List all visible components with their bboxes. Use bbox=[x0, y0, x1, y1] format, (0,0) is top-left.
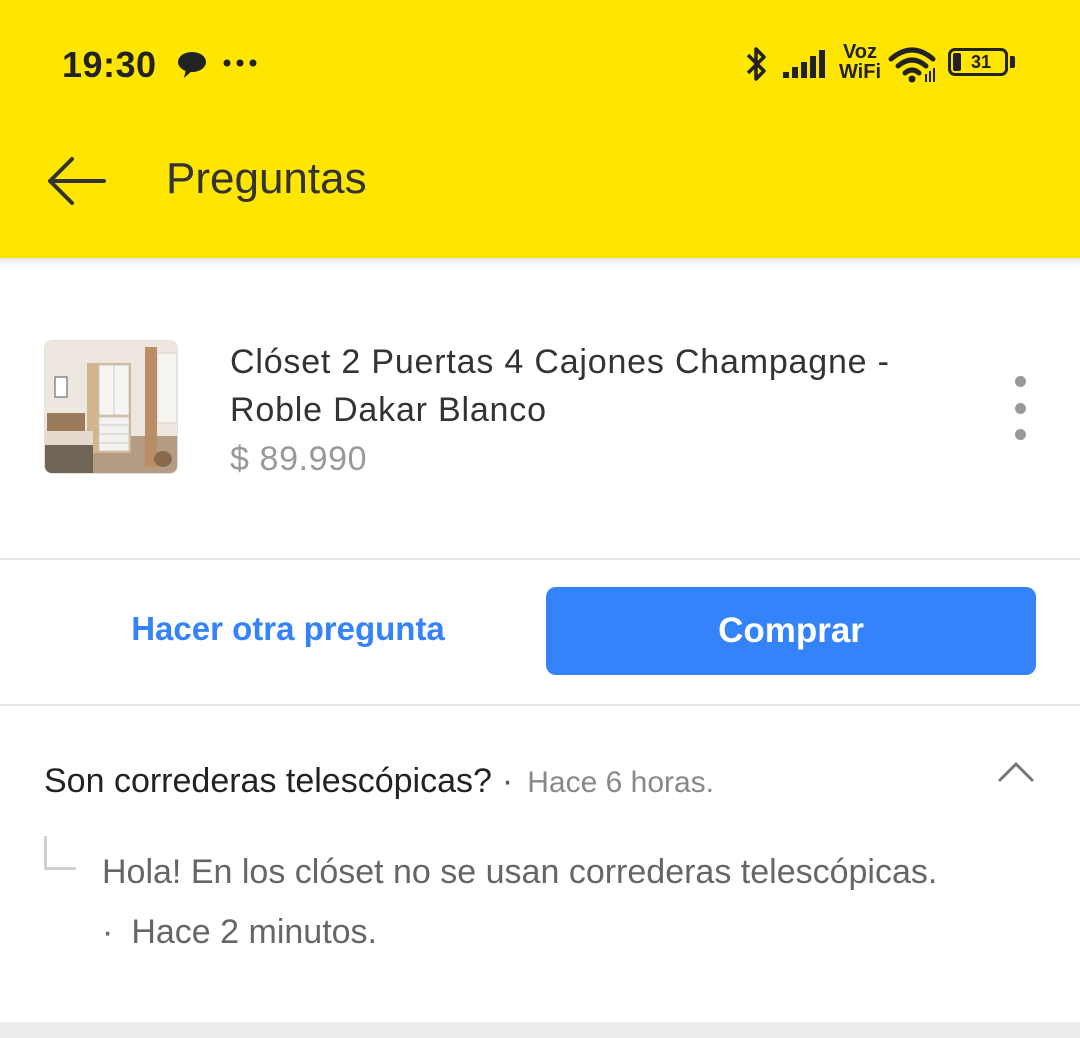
reply-connector-icon bbox=[44, 836, 76, 870]
more-vertical-icon[interactable] bbox=[1000, 376, 1040, 440]
signal-icon bbox=[782, 48, 828, 85]
chevron-up-icon[interactable] bbox=[996, 758, 1036, 791]
battery-level: 31 bbox=[970, 52, 992, 72]
answer-separator: · bbox=[102, 913, 114, 951]
product-summary[interactable]: Clóset 2 Puertas 4 Cajones Champagne - R… bbox=[0, 266, 1080, 558]
back-button[interactable] bbox=[36, 146, 116, 216]
status-time: 19:30 bbox=[62, 44, 157, 85]
product-thumbnail[interactable] bbox=[44, 340, 178, 474]
wifi-icon bbox=[888, 44, 938, 89]
kebab-dot bbox=[1014, 402, 1026, 414]
battery-cap bbox=[1010, 56, 1015, 68]
question: Son correderas telescópicas? · Hace 6 hora… bbox=[44, 762, 714, 801]
vowifi-line-wifi: WiFi bbox=[838, 61, 882, 83]
bluetooth-icon bbox=[742, 44, 772, 89]
question-time: Hace 6 horas. bbox=[527, 766, 715, 799]
kebab-dot bbox=[1014, 376, 1026, 387]
ask-another-question-link[interactable]: Hacer otra pregunta bbox=[88, 610, 488, 648]
buy-button[interactable]: Comprar bbox=[546, 587, 1036, 675]
answer-text: Hola! En los clóset no se usan corredera… bbox=[102, 853, 938, 891]
page-title: Preguntas bbox=[166, 154, 367, 203]
product-title[interactable]: Clóset 2 Puertas 4 Cajones Champagne - R… bbox=[230, 338, 950, 434]
chat-bubble-icon bbox=[176, 50, 208, 85]
closet-image bbox=[45, 341, 177, 473]
action-bar: Hacer otra pregunta Comprar bbox=[0, 560, 1080, 704]
product-price: $ 89.990 bbox=[230, 440, 368, 478]
app-header: 19:30 Voz WiFi 31 Preguntas bbox=[0, 0, 1080, 258]
vowifi-line-voz: Voz bbox=[842, 41, 878, 63]
question-thread: Son correderas telescópicas? · Hace 6 hora… bbox=[0, 706, 1080, 1022]
kebab-dot bbox=[1014, 429, 1026, 440]
answer: Hola! En los clóset no se usan corredera… bbox=[102, 842, 1042, 962]
status-bar: 19:30 Voz WiFi 31 bbox=[0, 0, 1080, 130]
bottom-separator bbox=[0, 1022, 1080, 1038]
question-text: Son correderas telescópicas? bbox=[44, 762, 492, 800]
more-dots-icon bbox=[222, 56, 258, 74]
vowifi-indicator: Voz WiFi bbox=[836, 42, 884, 82]
header-shadow bbox=[0, 258, 1080, 266]
answer-time: Hace 2 minutos. bbox=[131, 913, 377, 951]
battery-icon: 31 bbox=[948, 48, 1008, 76]
arrow-left-icon bbox=[48, 157, 106, 205]
question-separator: · bbox=[501, 762, 514, 800]
